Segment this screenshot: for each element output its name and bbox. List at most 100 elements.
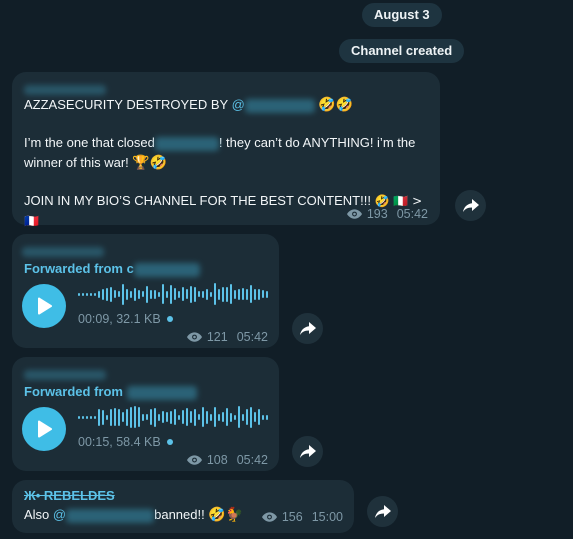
view-count: 121 [206, 330, 228, 344]
waveform-bar [166, 412, 168, 422]
date-separator: August 3 [362, 3, 442, 27]
play-button[interactable] [22, 284, 66, 328]
waveform-bar [158, 291, 160, 297]
waveform-bar [254, 288, 256, 300]
waveform-bar [146, 285, 148, 303]
mention-link[interactable]: @ [232, 97, 315, 113]
waveform-bar [182, 287, 184, 301]
mention-link[interactable]: @ [53, 507, 155, 523]
waveform-bar [86, 415, 88, 419]
view-count: 156 [281, 510, 303, 524]
voice-message-bubble[interactable]: Forwarded from 00:15, 58.4 KB 108 05:42 [12, 357, 279, 471]
waveform-bar [190, 411, 192, 423]
view-count: 108 [206, 453, 228, 467]
sender-name-redacted [24, 366, 106, 384]
waveform-bar [170, 410, 172, 424]
waveform-bar [98, 290, 100, 298]
forward-button[interactable] [455, 190, 486, 221]
waveform-bar [186, 408, 188, 426]
channel-created-notice: Channel created [339, 39, 465, 63]
waveform-bar [130, 290, 132, 298]
share-arrow-icon [299, 321, 316, 335]
waveform-bar [78, 292, 80, 296]
waveform-bar [266, 290, 268, 298]
voice-waveform[interactable] [78, 282, 268, 306]
waveform-bar [94, 292, 96, 296]
waveform-bar [262, 290, 264, 298]
play-button[interactable] [22, 407, 66, 451]
waveform-bar [138, 407, 140, 427]
waveform-bar [210, 413, 212, 421]
waveform-bar [218, 413, 220, 421]
waveform-bar [258, 409, 260, 425]
waveform-bar [194, 408, 196, 426]
emoji: 🏆🤣 [132, 155, 168, 171]
duration-size: 00:15, 58.4 KB [78, 435, 161, 449]
waveform-bar [142, 291, 144, 297]
waveform-bar [122, 283, 124, 305]
message-text: Also @ banned!! 🤣🐓 [24, 507, 244, 523]
eye-icon [261, 512, 277, 522]
waveform-bar [230, 412, 232, 422]
waveform-bar [126, 408, 128, 426]
waveform-bar [234, 414, 236, 420]
waveform-bar [90, 415, 92, 419]
redacted-text [154, 136, 219, 151]
waveform-bar [110, 408, 112, 426]
waveform-bar [138, 289, 140, 299]
message-time: 05:42 [236, 453, 268, 467]
waveform-bar [146, 414, 148, 420]
forwarded-from[interactable]: Forwarded from c [24, 261, 200, 277]
eye-icon [186, 332, 202, 342]
waveform-bar [206, 410, 208, 424]
waveform-bar [178, 414, 180, 420]
share-arrow-icon [299, 444, 316, 458]
forward-button[interactable] [292, 313, 323, 344]
waveform-bar [134, 287, 136, 301]
voice-message-bubble[interactable]: Forwarded from c 00:09, 32.1 KB 121 05:4… [12, 234, 279, 348]
waveform-bar [162, 284, 164, 304]
waveform-bar [206, 288, 208, 300]
waveform-bar [190, 285, 192, 303]
emoji: 🤣🤣 [318, 97, 354, 113]
waveform-bar [198, 291, 200, 297]
waveform-bar [254, 412, 256, 422]
waveform-bar [214, 407, 216, 427]
waveform-bar [162, 411, 164, 423]
waveform-bar [78, 415, 80, 419]
voice-info: 00:15, 58.4 KB [78, 435, 173, 449]
waveform-bar [158, 413, 160, 421]
waveform-bar [118, 408, 120, 426]
unread-dot-icon [166, 439, 173, 445]
waveform-bar [226, 408, 228, 426]
waveform-bar [90, 292, 92, 296]
waveform-bar [82, 415, 84, 419]
waveform-bar [246, 409, 248, 425]
waveform-bar [178, 290, 180, 298]
share-arrow-icon [374, 504, 391, 518]
voice-waveform[interactable] [78, 405, 268, 429]
message-bubble[interactable]: AZZASECURITY DESTROYED BY @ 🤣🤣 I’m the o… [12, 72, 440, 228]
forward-button[interactable] [367, 496, 398, 527]
waveform-bar [174, 288, 176, 300]
waveform-bar [86, 292, 88, 296]
waveform-bar [250, 406, 252, 428]
waveform-bar [262, 414, 264, 420]
message-bubble[interactable]: Ж• REBELDES Also @ banned!! 🤣🐓 156 15:00 [12, 480, 354, 533]
waveform-bar [214, 283, 216, 305]
play-icon [38, 297, 52, 315]
forwarded-from[interactable]: Forwarded from [24, 384, 197, 400]
emoji: 🤣🐓 [208, 507, 244, 523]
share-arrow-icon [462, 198, 479, 212]
waveform-bar [102, 288, 104, 300]
sender-name[interactable]: Ж• REBELDES [24, 488, 115, 503]
eye-icon [346, 209, 362, 219]
forward-button[interactable] [292, 436, 323, 467]
eye-icon [186, 455, 202, 465]
waveform-bar [150, 409, 152, 425]
message-time: 15:00 [311, 510, 343, 524]
waveform-bar [202, 290, 204, 298]
waveform-bar [222, 286, 224, 302]
waveform-bar [202, 407, 204, 427]
waveform-bar [142, 413, 144, 421]
